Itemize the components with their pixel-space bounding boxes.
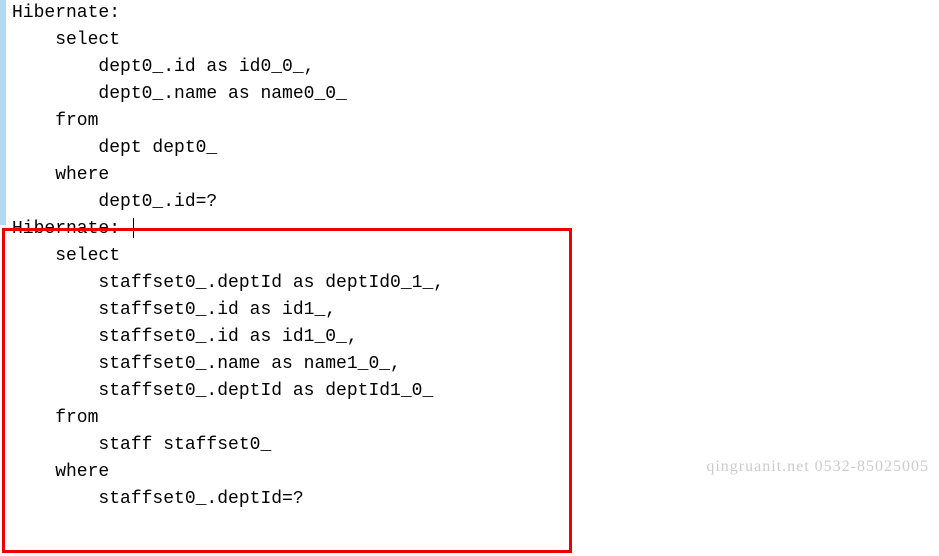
code-viewer: Hibernate: select dept0_.id as id0_0_, d… [0,0,939,513]
watermark-text: qingruanit.net 0532-85025005 [706,455,929,479]
table-line: staff staffset0_ [12,435,282,455]
selection-indicator [0,0,6,225]
column-line: staffset0_.deptId as deptId0_1_, [12,273,444,293]
where-keyword: where [12,462,109,482]
hibernate-label: Hibernate: [12,219,131,239]
from-keyword: from [12,111,98,131]
table-line: dept dept0_ [12,138,228,158]
column-line: staffset0_.name as name1_0_, [12,354,401,374]
column-line: staffset0_.id as id1_0_, [12,327,358,347]
column-line: dept0_.id as id0_0_, [12,57,314,77]
hibernate-label: Hibernate: [12,3,120,23]
condition-line: staffset0_.deptId=? [12,489,304,509]
where-keyword: where [12,165,109,185]
column-line: dept0_.name as name0_0_ [12,84,358,104]
text-cursor-icon [133,218,134,238]
column-line: staffset0_.id as id1_, [12,300,336,320]
sql-query-1: Hibernate: select dept0_.id as id0_0_, d… [0,0,939,216]
column-line: staffset0_.deptId as deptId1_0_ [12,381,444,401]
from-keyword: from [12,408,98,428]
select-keyword: select [12,30,120,50]
condition-line: dept0_.id=? [12,192,217,212]
select-keyword: select [12,246,120,266]
